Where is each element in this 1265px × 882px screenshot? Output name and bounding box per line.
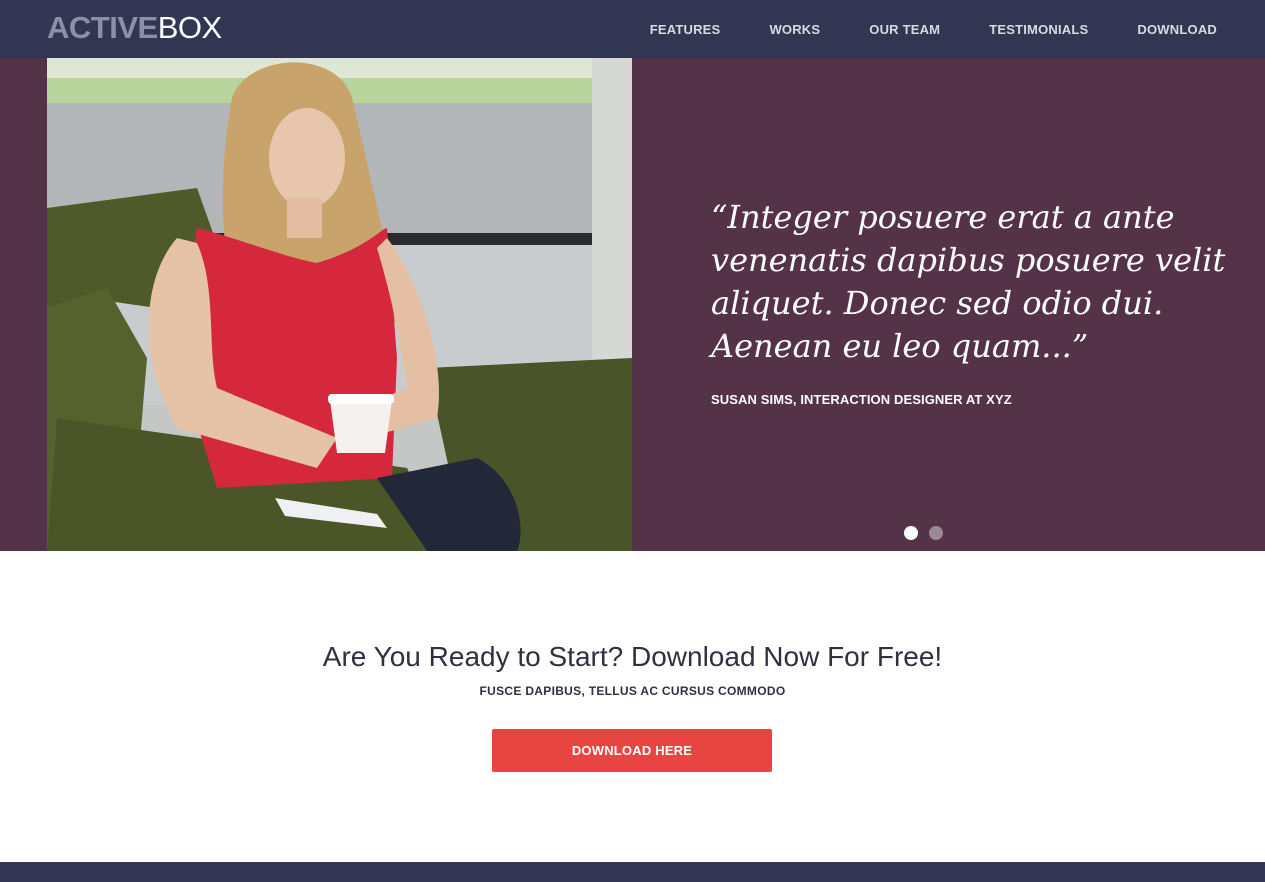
logo-bold-text: ACTIVE (47, 10, 158, 45)
nav-link-features[interactable]: FEATURES (650, 22, 721, 37)
testimonial-quote: “Integer posuere erat a ante venenatis d… (711, 198, 1226, 365)
slider-pagination (904, 526, 943, 540)
top-navbar: ACTIVEBOX FEATURES WORKS OUR TEAM TESTIM… (0, 0, 1265, 58)
nav-link-our-team[interactable]: OUR TEAM (869, 22, 940, 37)
download-here-button[interactable]: DOWNLOAD HERE (492, 729, 772, 772)
nav-link-download[interactable]: DOWNLOAD (1137, 22, 1217, 37)
testimonial-slider: “Integer posuere erat a ante venenatis d… (0, 58, 1265, 551)
main-nav: FEATURES WORKS OUR TEAM TESTIMONIALS DOW… (601, 0, 1217, 58)
testimonial-photo (47, 58, 632, 551)
testimonial-author: SUSAN SIMS, INTERACTION DESIGNER AT XYZ (711, 392, 1012, 407)
nav-link-testimonials[interactable]: TESTIMONIALS (989, 22, 1088, 37)
nav-link-works[interactable]: WORKS (769, 22, 820, 37)
slider-dot-1[interactable] (904, 526, 918, 540)
cta-title: Are You Ready to Start? Download Now For… (322, 641, 943, 672)
logo-light-text: BOX (157, 10, 222, 45)
slider-dot-2[interactable] (929, 526, 943, 540)
footer-bar (0, 862, 1265, 882)
cta-subtitle: FUSCE DAPIBUS, TELLUS AC CURSUS COMMODO (479, 684, 786, 698)
site-logo[interactable]: ACTIVEBOX (47, 10, 222, 46)
